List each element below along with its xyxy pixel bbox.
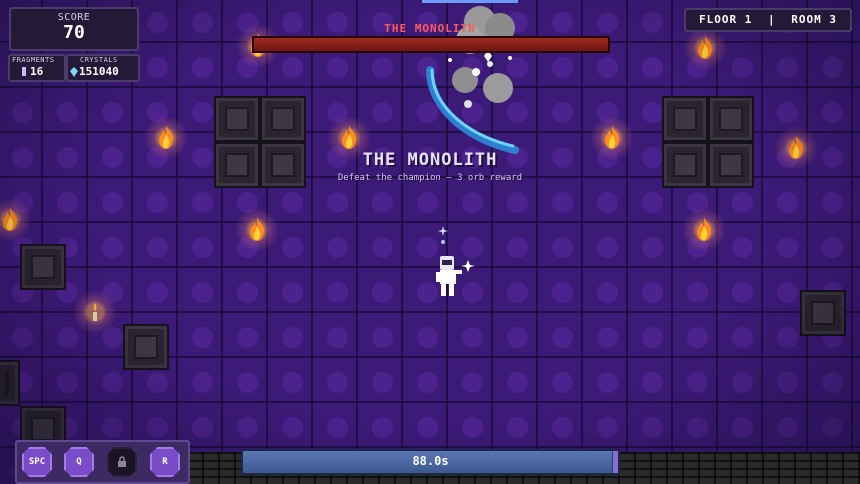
stone-block: [800, 290, 846, 336]
fragments-label: FRAGMENTS: [12, 56, 55, 64]
crystals-panel: CRYSTALS 151040: [66, 54, 140, 82]
player-character: [434, 222, 480, 302]
stone-block: [214, 96, 260, 142]
flame-icon: [590, 116, 634, 160]
stone-block: [0, 360, 20, 406]
boss-subtitle: Defeat the champion — 3 orb reward: [337, 173, 523, 183]
skill-locked-slot: [107, 447, 137, 477]
boss-health-fill: [254, 38, 608, 51]
skill-bar: SPC Q R: [15, 440, 190, 484]
skill-q-button[interactable]: Q: [64, 447, 94, 477]
flame-icon: [682, 208, 726, 252]
boss-title: THE MONOLITH: [362, 150, 498, 170]
stone-block: [662, 96, 708, 142]
crystals-value: 151040: [79, 65, 119, 78]
lock-icon: [118, 456, 126, 467]
fragments-panel: FRAGMENTS 16: [8, 54, 66, 82]
game-arena: THE MONOLITH THE MONOLITH Defeat the cha…: [0, 0, 860, 484]
stone-block: [662, 142, 708, 188]
stone-block: [214, 142, 260, 188]
skill-key-label: R: [162, 457, 168, 467]
candle-icon: [73, 290, 117, 334]
fragments-value: 16: [30, 65, 44, 78]
score-value: 70: [63, 22, 85, 43]
stone-block: [708, 142, 754, 188]
boss-name-label: THE MONOLITH: [384, 22, 476, 35]
floor-label: FLOOR 1: [699, 13, 753, 26]
flame-icon: [774, 126, 818, 170]
crystals-label: CRYSTALS: [80, 56, 118, 64]
stone-block: [260, 96, 306, 142]
score-panel: SCORE 70: [9, 7, 139, 51]
room-label: ROOM 3: [791, 13, 837, 26]
fragment-icon: [22, 67, 26, 76]
crystal-icon: [70, 67, 78, 77]
flame-icon: [683, 26, 727, 70]
stone-block: [20, 244, 66, 290]
stone-block: [708, 96, 754, 142]
separator: |: [767, 13, 776, 26]
flame-icon: [144, 116, 188, 160]
skill-dash-button[interactable]: SPC: [22, 447, 52, 477]
stone-block: [123, 324, 169, 370]
flame-icon: [0, 198, 32, 242]
timer-text: 88.0s: [412, 454, 449, 468]
boss-health-bar: [252, 36, 610, 53]
skill-key-label: SPC: [28, 457, 46, 467]
skill-key-label: Q: [76, 457, 82, 467]
flame-icon: [235, 208, 279, 252]
round-timer-bar: 88.0s: [241, 449, 620, 475]
floor-room-indicator: FLOOR 1 | ROOM 3: [684, 8, 852, 32]
skill-r-button[interactable]: R: [150, 447, 180, 477]
